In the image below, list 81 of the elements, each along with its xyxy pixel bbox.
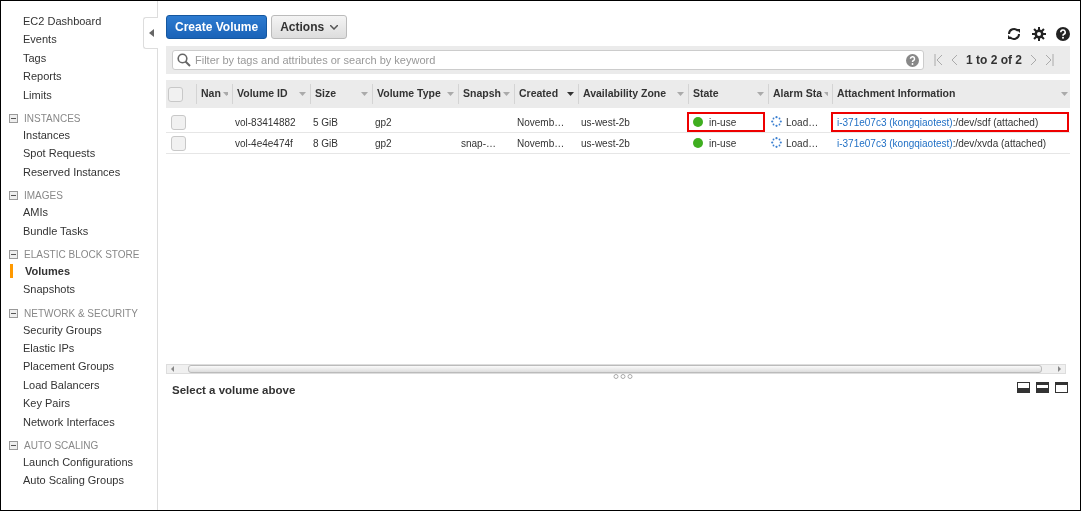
status-dot [693, 138, 703, 148]
table-cell: 8 GiB [308, 132, 370, 154]
last-page-icon[interactable] [1045, 54, 1054, 66]
help-icon[interactable] [1056, 27, 1070, 41]
splitter-handle-icon[interactable] [613, 374, 633, 379]
sidebar-item[interactable]: Snapshots [23, 280, 75, 299]
row-checkbox[interactable] [171, 114, 186, 130]
previous-page-icon[interactable] [951, 54, 958, 66]
refresh-icon[interactable] [1006, 27, 1022, 41]
status-dot [693, 117, 703, 127]
collapse-icon[interactable] [9, 441, 18, 451]
instance-link[interactable]: i-371e07c3 (kongqiaotest) [837, 114, 953, 130]
scroll-right-icon[interactable] [1056, 366, 1062, 372]
sidebar-item[interactable]: Load Balancers [23, 375, 100, 395]
attachment-text: :/dev/xvda (attached) [952, 136, 1047, 151]
row-checkbox[interactable] [171, 135, 186, 151]
sidebar-item[interactable]: Instances [23, 125, 71, 145]
table-cell: gp2 [370, 132, 456, 154]
pagination-text: 1 to 2 of 2 [966, 52, 1022, 69]
actions-button[interactable]: Actions [271, 15, 348, 39]
sidebar-item[interactable]: Launch Configurations [23, 453, 134, 472]
sidebar-item[interactable]: Bundle Tasks [23, 221, 89, 240]
collapse-icon[interactable] [9, 113, 18, 123]
section-heading: ELASTIC BLOCK STORE [24, 247, 140, 262]
sidebar-item[interactable]: Volumes [10, 263, 71, 278]
sidebar-item[interactable]: Reserved Instances [23, 162, 121, 182]
scrollbar-thumb[interactable] [188, 365, 1042, 373]
sidebar-item[interactable]: AMIs [23, 203, 49, 222]
section-heading: INSTANCES [24, 111, 81, 126]
alarm-status-text: Load… [786, 137, 819, 149]
attachment-text: :/dev/sdf (attached) [952, 115, 1039, 130]
sidebar-item[interactable]: Limits [23, 85, 52, 104]
sort-caret-icon[interactable] [567, 92, 574, 96]
status-text: in-use [709, 136, 737, 151]
section-heading: IMAGES [24, 189, 63, 204]
table-cell: vol-4e4e474f [230, 132, 308, 154]
loading-spinner-icon [771, 115, 782, 127]
select-all-checkbox[interactable] [168, 86, 183, 102]
table-cell: us-west-2b [576, 110, 686, 133]
collapse-icon[interactable] [9, 249, 18, 259]
filter-field[interactable]: Filter by tags and attributes or search by keyword [172, 50, 924, 70]
create-volume-button[interactable]: Create Volume [166, 15, 268, 39]
sidebar-item[interactable]: Key Pairs [23, 394, 71, 413]
sidebar-item[interactable]: Security Groups [23, 320, 102, 340]
horizontal-scrollbar[interactable] [166, 364, 1066, 374]
details-message: Select a volume above [172, 383, 296, 398]
collapse-icon[interactable] [9, 191, 18, 201]
layout-bottom-icon[interactable] [1017, 382, 1030, 393]
sidebar-item[interactable]: Events [23, 30, 57, 49]
sidebar-item[interactable]: Tags [23, 48, 47, 68]
settings-icon[interactable] [1032, 27, 1046, 41]
table-cell: us-west-2b [576, 132, 686, 154]
caret-icon [148, 29, 154, 37]
section-heading: AUTO SCALING [24, 439, 99, 454]
instance-link[interactable]: i-371e07c3 (kongqiaotest) [837, 135, 953, 151]
alarm-status-text: Load… [786, 116, 819, 128]
scroll-left-icon[interactable] [170, 366, 176, 372]
sidebar-item[interactable]: Network Interfaces [23, 412, 115, 432]
table-cell: Novemb… [512, 110, 576, 133]
search-icon [177, 53, 191, 67]
table-cell: Novemb… [512, 132, 576, 154]
sidebar-item[interactable]: Spot Requests [23, 144, 96, 163]
sidebar-item[interactable]: Placement Groups [23, 357, 115, 376]
section-heading: NETWORK & SECURITY [24, 306, 138, 321]
layout-split-icon[interactable] [1036, 382, 1049, 393]
next-page-icon[interactable] [1030, 54, 1037, 66]
loading-spinner-icon [771, 136, 782, 148]
sidebar-item[interactable]: EC2 Dashboard [23, 12, 102, 31]
layout-top-icon[interactable] [1055, 382, 1068, 393]
first-page-icon[interactable] [934, 54, 943, 66]
table-cell: snap-… [456, 132, 512, 154]
status-text: in-use [709, 115, 737, 130]
table-cell: vol-83414882 [230, 110, 308, 133]
collapse-sidebar-button[interactable] [143, 17, 158, 49]
table-cell: gp2 [370, 110, 456, 133]
sidebar-item[interactable]: Reports [23, 67, 62, 86]
table-cell: 5 GiB [308, 110, 370, 133]
sidebar-item[interactable]: Auto Scaling Groups [23, 471, 124, 490]
sidebar-item[interactable]: Elastic IPs [23, 339, 75, 358]
collapse-icon[interactable] [9, 308, 18, 318]
caret-icon [330, 24, 339, 30]
